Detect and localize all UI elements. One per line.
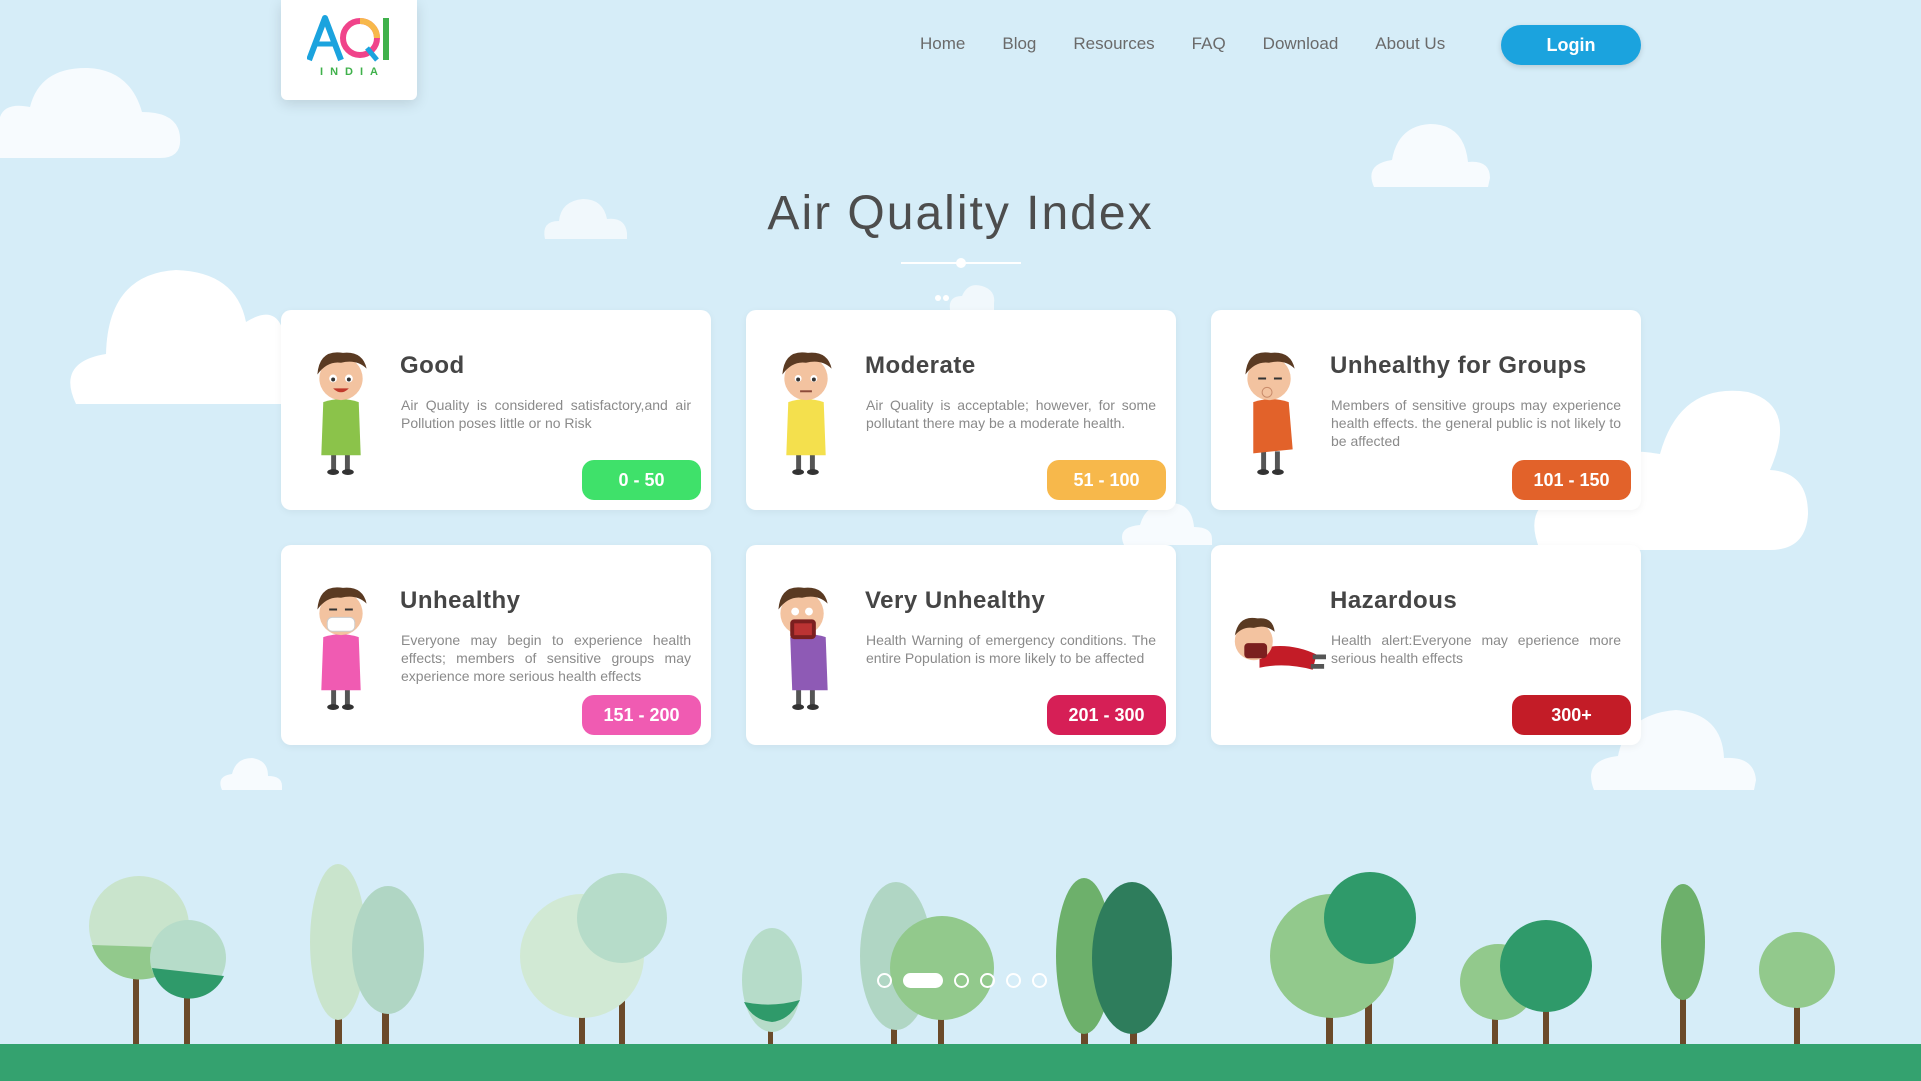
main-nav: Home Blog Resources FAQ Download About U…: [920, 32, 1482, 56]
nav-faq[interactable]: FAQ: [1192, 32, 1226, 56]
category-description: Health alert:Everyone may eperience more…: [1331, 632, 1621, 666]
carousel-pagination: [877, 973, 1058, 988]
boy-coughing-icon: [1245, 352, 1295, 475]
cloud-decoration: [218, 756, 282, 790]
category-title: Unhealthy: [400, 587, 521, 614]
nav-home[interactable]: Home: [920, 32, 965, 56]
carousel-dot[interactable]: [1006, 973, 1021, 988]
ground: [0, 1044, 1921, 1081]
boy-fallen-icon: [1234, 617, 1326, 670]
range-badge: 151 - 200: [582, 695, 701, 735]
range-badge: 201 - 300: [1047, 695, 1166, 735]
aqi-card-moderate: Moderate Air Quality is acceptable; howe…: [746, 310, 1176, 510]
category-description: Air Quality is considered satisfactory,a…: [401, 397, 691, 431]
logo-subtitle: INDIA: [320, 66, 385, 78]
boy-gasmask-icon: [778, 587, 828, 710]
range-badge: 0 - 50: [582, 460, 701, 500]
category-description: Members of sensitive groups may experien…: [1331, 397, 1621, 449]
carousel-dot[interactable]: [980, 973, 995, 988]
nav-blog[interactable]: Blog: [1002, 32, 1036, 56]
cloud-decoration: [0, 62, 182, 158]
range-badge: 51 - 100: [1047, 460, 1166, 500]
category-title: Moderate: [865, 352, 976, 379]
category-description: Air Quality is acceptable; however, for …: [866, 397, 1156, 431]
boy-happy-icon: [317, 352, 367, 475]
title-divider: [901, 258, 1021, 268]
aqi-card-good: Good Air Quality is considered satisfact…: [281, 310, 711, 510]
aqi-card-unhealthy: Unhealthy Everyone may begin to experien…: [281, 545, 711, 745]
carousel-dot[interactable]: [877, 973, 892, 988]
aqi-logo-icon: [307, 15, 389, 62]
nav-about-us[interactable]: About Us: [1375, 32, 1445, 56]
carousel-dot[interactable]: [1032, 973, 1047, 988]
cloud-decoration: [930, 280, 996, 310]
category-title: Good: [400, 352, 465, 379]
login-button[interactable]: Login: [1501, 25, 1641, 65]
page-title: Air Quality Index: [767, 187, 1154, 240]
category-title: Unhealthy for Groups: [1330, 352, 1587, 379]
category-description: Everyone may begin to experience health …: [401, 632, 691, 684]
aqi-card-unhealthy-groups: Unhealthy for Groups Members of sensitiv…: [1211, 310, 1641, 510]
trees-illustration: [89, 864, 1835, 1050]
brand-logo[interactable]: INDIA: [281, 0, 417, 100]
range-badge: 300+: [1512, 695, 1631, 735]
aqi-card-hazardous: Hazardous Health alert:Everyone may eper…: [1211, 545, 1641, 745]
cloud-decoration: [66, 262, 286, 404]
boy-neutral-icon: [782, 352, 832, 475]
carousel-dot-active[interactable]: [903, 973, 943, 988]
range-badge: 101 - 150: [1512, 460, 1631, 500]
cloud-decoration: [1368, 122, 1490, 187]
category-title: Hazardous: [1330, 587, 1458, 614]
carousel-dot[interactable]: [954, 973, 969, 988]
boy-mask-icon: [317, 587, 367, 710]
category-title: Very Unhealthy: [865, 587, 1046, 614]
aqi-card-very-unhealthy: Very Unhealthy Health Warning of emergen…: [746, 545, 1176, 745]
category-description: Health Warning of emergency conditions. …: [866, 632, 1156, 666]
nav-resources[interactable]: Resources: [1073, 32, 1154, 56]
nav-download[interactable]: Download: [1263, 32, 1339, 56]
